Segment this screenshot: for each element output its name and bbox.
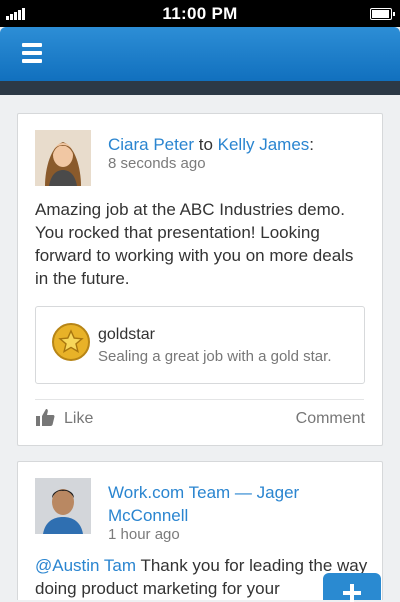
- post-header: Ciara Peter to Kelly James:: [108, 133, 358, 156]
- divider: [35, 399, 364, 400]
- post-body: Amazing job at the ABC Industries demo. …: [35, 200, 354, 288]
- status-time: 11:00 PM: [162, 4, 238, 23]
- post-timestamp: 1 hour ago: [108, 526, 180, 543]
- post-header: Work.com Team — Jager McConnell: [108, 481, 358, 527]
- feed: Ciara Peter to Kelly James: 8 seconds ag…: [0, 95, 400, 600]
- app-header: [0, 27, 400, 81]
- connector-text: —: [234, 483, 252, 502]
- punctuation: :: [309, 135, 315, 154]
- like-button[interactable]: Like: [64, 410, 93, 428]
- mention-link[interactable]: @Austin Tam: [35, 556, 136, 575]
- author-link[interactable]: Work.com Team: [108, 483, 230, 502]
- goldstar-attachment[interactable]: goldstar Sealing a great job with a gold…: [35, 306, 365, 384]
- plus-icon: [343, 584, 361, 602]
- avatar[interactable]: [35, 478, 91, 534]
- status-bar: 11:00 PM: [0, 0, 400, 27]
- author-link[interactable]: Ciara Peter: [108, 135, 194, 154]
- post-body: @Austin Tam Thank you for leading the wa…: [35, 554, 370, 600]
- thumbs-up-icon[interactable]: [35, 407, 55, 427]
- gold-star-icon: [52, 323, 90, 361]
- attachment-description: Sealing a great job with a gold star.: [98, 348, 332, 365]
- comment-button[interactable]: Comment: [296, 410, 365, 428]
- feed-post: Ciara Peter to Kelly James: 8 seconds ag…: [17, 113, 383, 446]
- user-photo-icon: [35, 478, 91, 534]
- header-shadow: [0, 81, 400, 95]
- connector-text: to: [198, 135, 213, 154]
- attachment-title: goldstar: [98, 326, 155, 343]
- battery-icon: [370, 8, 395, 20]
- post-timestamp: 8 seconds ago: [108, 155, 206, 172]
- avatar[interactable]: [35, 130, 91, 186]
- battery-fill: [372, 10, 389, 18]
- hamburger-menu-icon[interactable]: [22, 43, 42, 63]
- new-post-button[interactable]: [323, 573, 381, 602]
- user-photo-icon: [35, 130, 91, 186]
- recipient-link[interactable]: Kelly James: [218, 135, 310, 154]
